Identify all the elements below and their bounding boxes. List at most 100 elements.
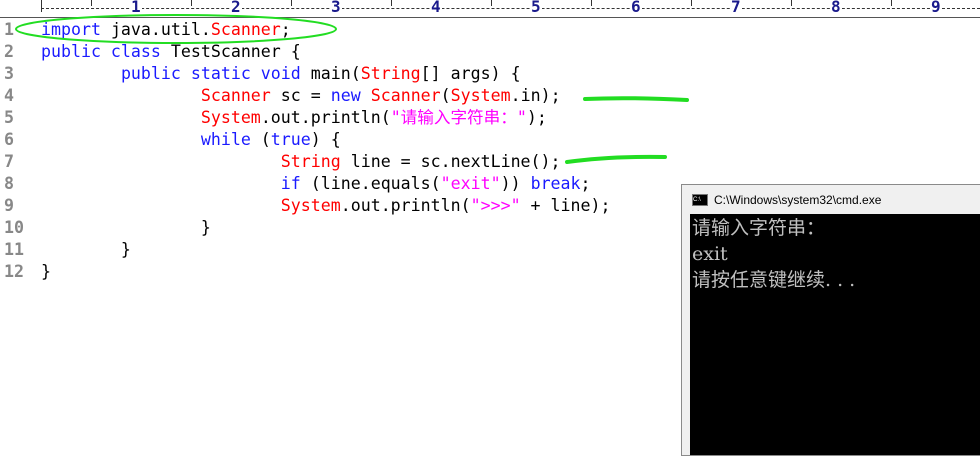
console-line: 请输入字符串： <box>692 217 826 239</box>
code-token: true <box>270 130 311 149</box>
code-token: while <box>200 130 251 149</box>
ruler-tick <box>391 0 392 6</box>
ruler-tick <box>291 0 292 6</box>
cmd-window[interactable]: C:\ C:\Windows\system32\cmd.exe 请输入字符串： … <box>681 184 980 456</box>
ruler-tick <box>791 0 792 6</box>
code-token: public class <box>41 42 161 61</box>
code-token: )) <box>500 174 531 193</box>
code-token: String <box>360 64 421 83</box>
ruler-number: 2 <box>230 0 242 16</box>
ruler-number: 1 <box>130 0 142 16</box>
console-line: exit <box>692 243 728 265</box>
code-token: ">>>" <box>470 196 521 215</box>
line-number: 7 <box>4 152 14 171</box>
code-token: + line); <box>520 196 611 215</box>
line-number: 10 <box>4 218 24 237</box>
code-token: String <box>280 152 341 171</box>
code-token: new <box>330 86 361 105</box>
ruler-tick <box>891 0 892 6</box>
code-token: line = sc.nextLine(); <box>340 152 561 171</box>
code-token: import <box>41 20 101 39</box>
ruler-tick <box>41 0 42 12</box>
code-token: } <box>41 218 211 237</box>
code-token: Scanner <box>200 86 271 105</box>
ruler-number: 5 <box>530 0 542 16</box>
code-token: main( <box>300 64 361 83</box>
code-token: .out.println( <box>260 108 391 127</box>
cmd-title: C:\Windows\system32\cmd.exe <box>714 192 882 207</box>
code-text: import java.util.Scanner; <box>41 19 291 41</box>
code-token: } <box>41 240 131 259</box>
code-token: System <box>450 86 511 105</box>
ruler-tick <box>591 0 592 6</box>
line-number: 12 <box>4 262 24 281</box>
code-token: } <box>41 262 51 281</box>
underline-mark <box>583 96 689 102</box>
code-text: System.out.println("请输入字符串："); <box>41 107 547 129</box>
ruler-tick <box>191 0 192 6</box>
line-number: 6 <box>4 130 14 149</box>
code-token: Scanner <box>210 20 281 39</box>
code-text: } <box>41 217 211 239</box>
code-token: ); <box>526 108 547 127</box>
code-token: java.util. <box>100 20 211 39</box>
code-text: if (line.equals("exit")) break; <box>41 173 591 195</box>
code-text: while (true) { <box>41 129 341 151</box>
code-text: public class TestScanner { <box>41 41 301 63</box>
line-number: 4 <box>4 86 14 105</box>
code-token: sc = <box>270 86 331 105</box>
console-line: 请按任意键继续. . . <box>692 269 856 291</box>
code-text: System.out.println(">>>" + line); <box>41 195 611 217</box>
code-token: "exit" <box>440 174 501 193</box>
code-token: .out.println( <box>340 196 471 215</box>
code-token: TestScanner { <box>160 42 301 61</box>
line-number: 2 <box>4 42 14 61</box>
code-token: ) { <box>310 130 341 149</box>
ruler-number: 4 <box>430 0 442 16</box>
code-text: String line = sc.nextLine(); <box>41 151 561 173</box>
console-output: 请输入字符串： exit 请按任意键继续. . . <box>690 214 980 455</box>
code-token: if <box>280 174 301 193</box>
code-token: break <box>530 174 581 193</box>
line-number: 1 <box>4 20 14 39</box>
code-token: ( <box>440 86 451 105</box>
code-text: } <box>41 261 51 283</box>
code-token: Scanner <box>370 86 441 105</box>
cmd-title-bar[interactable]: C:\ C:\Windows\system32\cmd.exe <box>682 185 980 214</box>
ruler-number: 7 <box>730 0 742 16</box>
line-number: 11 <box>4 240 24 259</box>
code-token: ; <box>580 174 591 193</box>
code-token: ; <box>280 20 291 39</box>
line-number: 5 <box>4 108 14 127</box>
cmd-icon: C:\ <box>692 193 708 206</box>
ruler-number: 3 <box>330 0 342 16</box>
line-number: 8 <box>4 174 14 193</box>
ruler-tick <box>491 0 492 6</box>
code-token: "请输入字符串：" <box>390 108 527 127</box>
ruler-number: 9 <box>930 0 942 16</box>
code-token: [] args) { <box>420 64 521 83</box>
ruler-number: 8 <box>830 0 842 16</box>
code-token: .in); <box>510 86 561 105</box>
ruler-tick <box>691 0 692 6</box>
code-text: Scanner sc = new Scanner(System.in); <box>41 85 561 107</box>
ruler: 1 2 3 4 5 6 7 8 9 <box>0 0 980 18</box>
underline-mark <box>565 154 667 164</box>
ruler-tick <box>91 0 92 6</box>
line-number: 9 <box>4 196 14 215</box>
line-number: 3 <box>4 64 14 83</box>
code-token: System <box>200 108 261 127</box>
code-text: } <box>41 239 131 261</box>
code-text: public static void main(String[] args) { <box>41 63 521 85</box>
ruler-number: 6 <box>630 0 642 16</box>
code-token: public static void <box>120 64 301 83</box>
code-token: (line.equals( <box>300 174 441 193</box>
